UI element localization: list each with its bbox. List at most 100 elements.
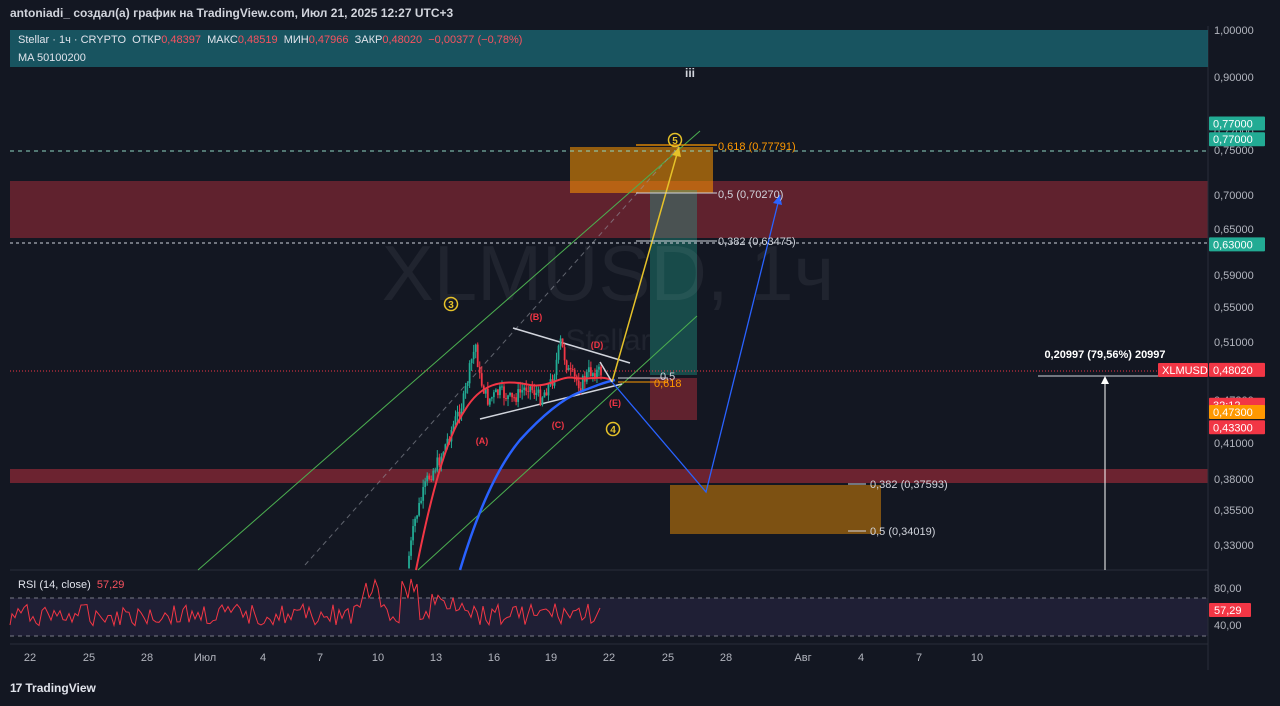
price-tick: 0,41000 (1214, 438, 1254, 450)
symbol-legend[interactable]: Stellar · 1ч · CRYPTO ОТКР0,48397 МАКС0,… (18, 34, 522, 46)
time-tick: 22 (24, 652, 36, 664)
candle-body (488, 398, 491, 405)
support-zone (10, 469, 1208, 483)
time-tick: 10 (971, 652, 983, 664)
candle-body (543, 392, 546, 398)
time-tick: 4 (260, 652, 266, 664)
fib-label: 0,5 (0,70270) (718, 189, 783, 201)
price-label: 0,43300 (1213, 422, 1253, 434)
price-label: XLMUSD (1162, 365, 1208, 377)
correction-fib-zone (670, 485, 881, 534)
candle-body (571, 368, 574, 370)
candle-body (525, 387, 528, 391)
low-label: МИН (283, 34, 309, 46)
fib-label: 0,618 (654, 378, 682, 390)
candle-body (600, 366, 602, 376)
candle-body (428, 475, 431, 480)
wave-label: 4 (610, 425, 616, 436)
fib-label: 0,382 (0,37593) (870, 479, 948, 491)
price-tick: 0,33000 (1214, 540, 1254, 552)
candle-body (505, 398, 507, 400)
wave-label: iii (685, 66, 695, 80)
candle-body (458, 411, 461, 417)
candle-body (424, 481, 427, 488)
measure-label: 0,20997 (79,56%) 20997 (1044, 349, 1165, 361)
candle-body (492, 392, 495, 398)
candle-body (561, 338, 564, 348)
candle-body (464, 386, 467, 394)
candle-body (559, 338, 562, 346)
candle-body (585, 372, 588, 382)
candle-body (531, 386, 534, 391)
candle-body (527, 390, 530, 392)
candle-body (563, 347, 566, 361)
rsi-current: 57,29 (1214, 605, 1242, 617)
time-tick: 7 (317, 652, 323, 664)
candle-body (476, 344, 479, 368)
rsi-tick: 40,00 (1214, 620, 1242, 632)
rsi-tick: 80,00 (1214, 583, 1242, 595)
time-tick: 19 (545, 652, 557, 664)
candle-body (521, 390, 524, 393)
footer-bar (0, 672, 1280, 706)
time-tick: Авг (794, 652, 811, 664)
candle-body (436, 457, 439, 471)
candle-body (555, 359, 558, 376)
candle-body (470, 359, 473, 364)
candle-body (468, 363, 471, 384)
rsi-legend[interactable]: RSI (14, close) 57,29 (18, 579, 124, 591)
candle-body (569, 368, 572, 370)
candle-body (410, 540, 412, 556)
price-label: 0,77000 (1213, 119, 1253, 131)
candle-body (541, 397, 544, 405)
candle-body (480, 373, 483, 386)
price-tick: 0,59000 (1214, 270, 1254, 282)
price-label: 0,48020 (1213, 365, 1253, 377)
candle-body (499, 386, 501, 396)
tradingview-brand: TradingView (25, 681, 96, 695)
price-label: 0,47300 (1213, 407, 1253, 419)
price-tick: 0,70000 (1214, 190, 1254, 202)
close-value: 0,48020 (382, 34, 423, 46)
candle-body (517, 389, 520, 402)
price-tick: 0,75000 (1214, 145, 1254, 157)
price-chart[interactable]: XLMUSD, 1чStellar 0,618 (0,77791)0,5 (0,… (0, 0, 1280, 706)
time-tick: 22 (603, 652, 615, 664)
price-tick: 0,51000 (1214, 337, 1254, 349)
triangle-lower-line (479, 383, 623, 420)
candle-body (414, 518, 416, 527)
time-tick: 25 (83, 652, 95, 664)
candle-body (529, 386, 532, 392)
price-tick: 0,38000 (1214, 474, 1254, 486)
wave-label: (D) (591, 340, 604, 350)
wave-label: (B) (530, 312, 543, 322)
rsi-band (10, 598, 1208, 636)
candle-body (592, 373, 594, 377)
price-label: 0,63000 (1213, 239, 1253, 251)
candle-body (598, 366, 600, 370)
candle-body (509, 392, 511, 396)
candle-body (533, 390, 536, 396)
rsi-value: 57,29 (96, 579, 125, 591)
rsi-name[interactable]: RSI (14, close) (18, 579, 91, 591)
fib-label: 0,618 (0,77791) (718, 141, 796, 153)
candle-body (513, 397, 515, 399)
tradingview-logo[interactable]: 17 TradingView (10, 681, 96, 695)
time-tick: Июл (194, 652, 216, 664)
low-value: 0,47966 (308, 34, 349, 46)
wave-label: 5 (672, 136, 678, 147)
candle-body (567, 368, 570, 371)
measure-arrow-icon (1101, 376, 1109, 384)
candle-body (408, 555, 410, 568)
candle-body (412, 526, 414, 541)
candles-layer (408, 335, 602, 569)
candle-body (511, 392, 513, 398)
candle-body (426, 475, 429, 482)
time-tick: 4 (858, 652, 864, 664)
candle-body (501, 386, 503, 388)
fib-label: 0,5 (0,34019) (870, 526, 935, 538)
symbol-name[interactable]: Stellar · 1ч · CRYPTO (18, 34, 126, 46)
ma-legend[interactable]: MA 50100200 (18, 52, 86, 64)
candle-body (474, 344, 477, 352)
candle-body (420, 500, 423, 503)
